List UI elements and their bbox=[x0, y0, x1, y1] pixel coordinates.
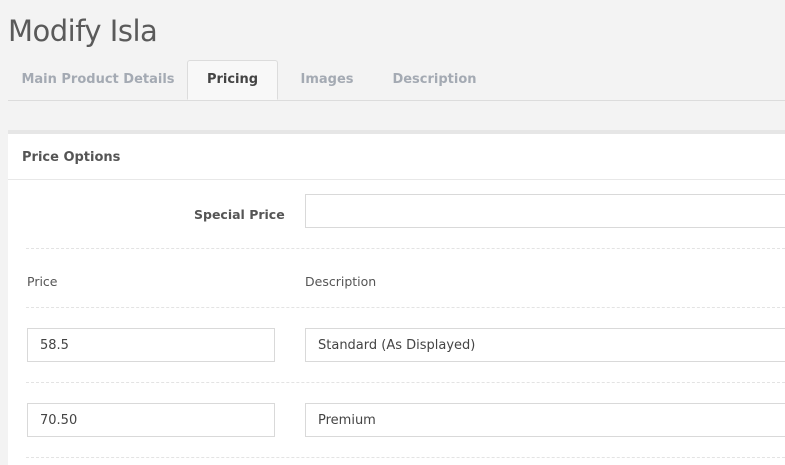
price-options-panel: Price Options Special Price Price Descri… bbox=[8, 130, 785, 465]
description-input[interactable] bbox=[305, 328, 785, 362]
special-price-input[interactable] bbox=[305, 194, 785, 228]
page-title: Modify Isla bbox=[8, 14, 158, 48]
panel-title: Price Options bbox=[22, 150, 121, 165]
price-column-label: Price bbox=[27, 274, 58, 289]
description-input[interactable] bbox=[305, 403, 785, 437]
description-column-label: Description bbox=[305, 274, 377, 289]
divider bbox=[26, 382, 785, 383]
panel-header: Price Options bbox=[8, 134, 785, 180]
tab-main-product-details[interactable]: Main Product Details bbox=[8, 60, 188, 100]
divider bbox=[26, 457, 785, 458]
price-input[interactable] bbox=[27, 403, 275, 437]
tab-pricing[interactable]: Pricing bbox=[187, 60, 278, 100]
tab-bar: Main Product Details Pricing Images Desc… bbox=[8, 60, 785, 101]
tab-images[interactable]: Images bbox=[278, 60, 376, 100]
tab-description[interactable]: Description bbox=[376, 60, 493, 100]
special-price-label: Special Price bbox=[194, 207, 285, 222]
divider bbox=[26, 307, 785, 308]
divider bbox=[26, 248, 785, 249]
price-input[interactable] bbox=[27, 328, 275, 362]
